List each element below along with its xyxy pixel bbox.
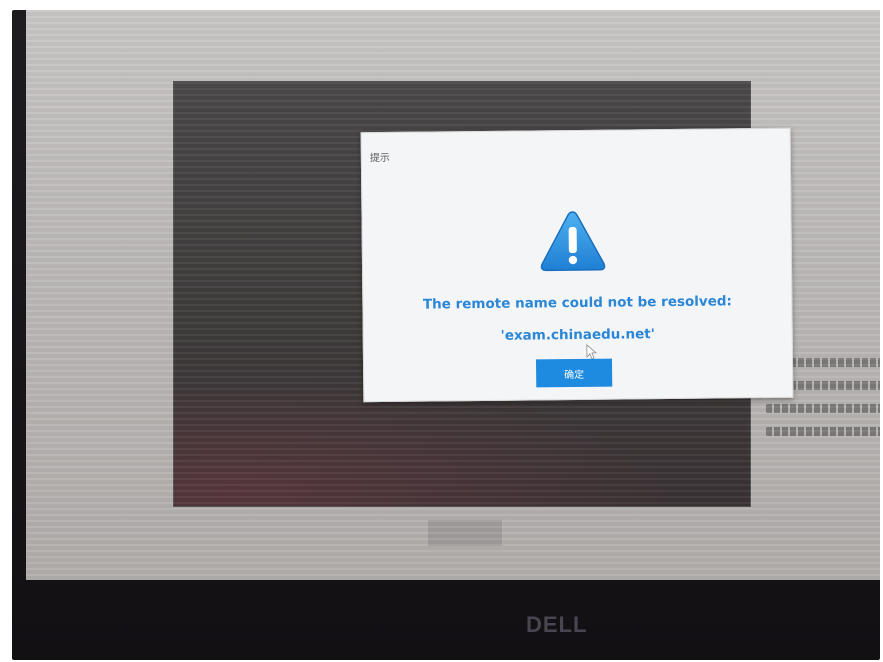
warning-triangle-icon — [540, 211, 606, 272]
start-button[interactable] — [428, 520, 502, 546]
brand-logo: DELL — [526, 612, 588, 637]
dialog-title: 提示 — [369, 152, 390, 165]
instruction-line — [766, 427, 880, 436]
error-message: The remote name could not be resolved: — [422, 293, 732, 313]
ok-button[interactable]: 确定 — [535, 358, 613, 388]
error-hostname: 'exam.chinaedu.net' — [500, 326, 655, 344]
mouse-cursor-icon — [586, 344, 597, 360]
photo-frame: 提示 The remote name could not be resolved… — [0, 0, 883, 662]
error-dialog: 提示 The remote name could not be resolved… — [360, 127, 794, 403]
instruction-line — [766, 404, 880, 413]
